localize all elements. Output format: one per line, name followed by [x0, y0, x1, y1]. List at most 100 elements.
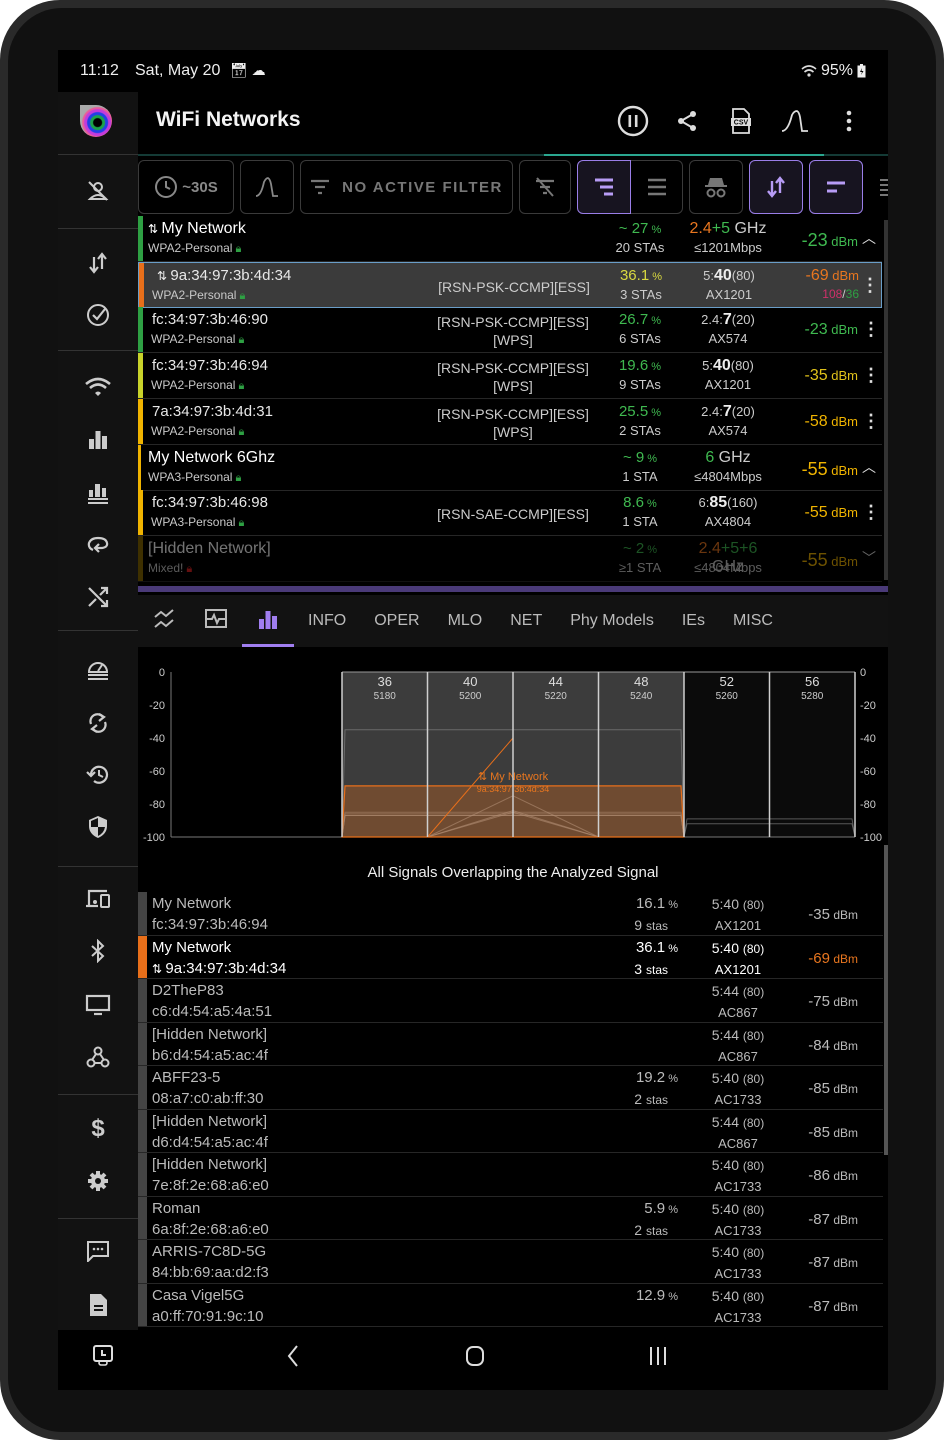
sidebar-item-roaming[interactable]: [58, 520, 138, 570]
overlap-row[interactable]: Roman 6a:8f:2e:68:a6:e0 5.9 % 2 stas 5:40 (8…: [138, 1196, 883, 1240]
network-group-row[interactable]: My Network 6Ghz WPA3-Personal 🔒︎ ~ 9 % 1 STA…: [138, 444, 882, 491]
swap-order-button[interactable]: [749, 160, 803, 214]
expand-chevron-icon[interactable]: ﹀: [860, 548, 878, 568]
network-group-row[interactable]: ⇅ My Network WPA2-Personal 🔒︎ ~ 27 % 20 STAs…: [138, 216, 882, 262]
sidebar-item-history[interactable]: [58, 750, 138, 800]
sidebar-item-security[interactable]: [58, 802, 138, 852]
filter-button[interactable]: NO ACTIVE FILTER: [300, 160, 513, 214]
sidebar-item-stacked-chart[interactable]: [58, 468, 138, 518]
sidebar-item-sync[interactable]: [58, 698, 138, 748]
band-unit: GHz: [730, 220, 767, 237]
recents-button[interactable]: [646, 1344, 670, 1374]
overlap-row[interactable]: ARRIS-7C8D-5G 84:bb:69:aa:d2:f3 5:40 (80) A…: [138, 1240, 883, 1284]
tab-mlo[interactable]: MLO: [434, 595, 497, 647]
more-options-button[interactable]: [830, 102, 868, 140]
overlap-list-scrollbar[interactable]: [884, 845, 888, 1155]
sidebar-item-swap[interactable]: [58, 238, 138, 288]
overlap-network-name: [Hidden Network]: [152, 1025, 268, 1043]
app-logo[interactable]: [80, 105, 112, 137]
access-point-row[interactable]: fc:34:97:3b:46:98 WPA3-Personal 🔒︎ [RSN-SAE…: [138, 490, 882, 537]
home-button[interactable]: [464, 1344, 486, 1374]
tab-phy-models[interactable]: Phy Models: [556, 595, 668, 647]
sidebar-item-feedback[interactable]: [58, 1226, 138, 1276]
signal-curve-toggle[interactable]: [240, 160, 294, 214]
overlap-signal: -87 dBm: [778, 1254, 858, 1271]
sort-by-signal-button[interactable]: [577, 160, 631, 214]
network-name-text: My Network 6Ghz: [148, 448, 276, 466]
network-list-scrollbar[interactable]: [884, 220, 888, 580]
channel-width: (80): [742, 1202, 765, 1217]
system-nav-bar: [58, 1330, 888, 1390]
signal-strength: -35 dBm: [778, 367, 858, 385]
tab-signal-lines[interactable]: [138, 595, 190, 647]
overlap-row[interactable]: ABFF23-5 08:a7:c0:ab:ff:30 19.2 % 2 stas 5:4…: [138, 1066, 883, 1110]
tab-misc[interactable]: MISC: [719, 595, 787, 647]
sidebar-item-shuffle[interactable]: [58, 572, 138, 622]
overlap-signal: -86 dBm: [778, 1167, 858, 1184]
tab-net[interactable]: NET: [496, 595, 556, 647]
utilization-value: 16.1: [635, 895, 666, 912]
compact-view-button[interactable]: [809, 160, 863, 214]
home-icon: [466, 1346, 484, 1366]
sidebar-item-speed[interactable]: [58, 644, 138, 694]
app-switcher-icon: [93, 1345, 113, 1366]
overlap-row[interactable]: My Network fc:34:97:3b:46:94 16.1 % 9 stas 5…: [138, 892, 883, 936]
access-point-row[interactable]: 7a:34:97:3b:4d:31 WPA2-Personal 🔒︎ [RSN-PSK…: [138, 398, 882, 445]
row-more-icon[interactable]: ⋮: [862, 502, 880, 523]
overlap-row[interactable]: Casa Vigel5G a0:ff:70:91:9c:10 12.9 % 5:40 …: [138, 1283, 883, 1327]
list-view-button[interactable]: [631, 160, 683, 214]
tab-monitor-heartbeat[interactable]: [190, 595, 242, 647]
overlap-row[interactable]: [Hidden Network] d6:d4:54:a5:ac:4f 5:44 (8…: [138, 1109, 883, 1153]
row-more-icon[interactable]: ⋮: [862, 319, 880, 340]
sidebar-item-tv[interactable]: [58, 980, 138, 1030]
scan-interval-button[interactable]: ~30S: [138, 160, 234, 214]
overlap-row[interactable]: My Network ⇅ 9a:34:97:3b:4d:34 36.1 % 3 sta…: [138, 935, 883, 979]
tab-ies[interactable]: IEs: [668, 595, 719, 647]
signal-unit: dBm: [827, 368, 858, 384]
tab-bar-chart[interactable]: [242, 595, 294, 647]
overlap-row[interactable]: [Hidden Network] b6:d4:54:a5:ac:4f 5:44 (8…: [138, 1022, 883, 1066]
share-button[interactable]: [668, 102, 706, 140]
sidebar-item-devices[interactable]: [58, 874, 138, 924]
sidebar-item-document[interactable]: [58, 1280, 138, 1330]
tab-oper[interactable]: OPER: [360, 595, 433, 647]
stas-value: 3: [634, 960, 646, 977]
overlap-row[interactable]: [Hidden Network] 7e:8f:2e:68:a6:e0 5:40 (8…: [138, 1153, 883, 1197]
overlap-utilization: 12.9 %: [598, 1287, 678, 1304]
recent-apps-edge-button[interactable]: [92, 1344, 116, 1374]
overlap-row[interactable]: D2TheP83 c6:d4:54:a5:4a:51 5:44 (80) AC867 -…: [138, 979, 883, 1023]
sidebar-item-check[interactable]: [58, 290, 138, 340]
channel-band: 2.4:: [701, 403, 723, 419]
station-count: ≥1 STA: [618, 559, 662, 575]
station-count: 3 STAs: [620, 286, 662, 302]
access-point-row[interactable]: fc:34:97:3b:46:94 WPA2-Personal 🔒︎ [RSN-PSK…: [138, 353, 882, 400]
row-more-icon[interactable]: ⋮: [861, 275, 879, 296]
clear-filter-button[interactable]: [519, 160, 571, 214]
sidebar-item-settings[interactable]: [58, 1156, 138, 1206]
access-point-row[interactable]: fc:34:97:3b:46:90 WPA2-Personal 🔒︎ [RSN-PSK…: [138, 307, 882, 354]
sidebar-item-wifi[interactable]: [58, 362, 138, 412]
row-more-icon[interactable]: ⋮: [862, 365, 880, 386]
collapse-chevron-icon[interactable]: ︿: [860, 228, 878, 248]
sidebar-item-donate[interactable]: $: [58, 1104, 138, 1154]
back-button[interactable]: [286, 1344, 300, 1374]
tab-info[interactable]: INFO: [294, 595, 360, 647]
signal-curve-button[interactable]: [776, 102, 814, 140]
utilization-value: 5.9: [644, 1199, 666, 1217]
row-more-icon[interactable]: ⋮: [862, 411, 880, 432]
list-resize-handle[interactable]: [138, 586, 888, 592]
network-group-row[interactable]: [Hidden Network] Mixed! 🔒︎ ~ 2 % ≥1 STA 2.4+5…: [138, 535, 882, 582]
sidebar-item-bar-chart[interactable]: [58, 414, 138, 464]
pause-button[interactable]: [614, 102, 652, 140]
collapse-chevron-icon[interactable]: ︿: [860, 457, 878, 477]
export-csv-button[interactable]: CSV: [722, 102, 760, 140]
signal-unit: dBm: [829, 1082, 858, 1096]
incognito-button[interactable]: [689, 160, 743, 214]
sidebar-item-bluetooth[interactable]: [58, 926, 138, 976]
overlap-station-count: 9 stas: [598, 917, 668, 933]
access-point-row[interactable]: ⇅ 9a:34:97:3b:4d:34 WPA2-Personal 🔒︎ [RSN-P…: [138, 261, 882, 308]
detail-view-button[interactable]: [869, 160, 888, 214]
sidebar-item-no-person[interactable]: [58, 166, 138, 216]
bands: 6 GHz: [683, 449, 773, 467]
sidebar-item-webhook[interactable]: [58, 1032, 138, 1082]
